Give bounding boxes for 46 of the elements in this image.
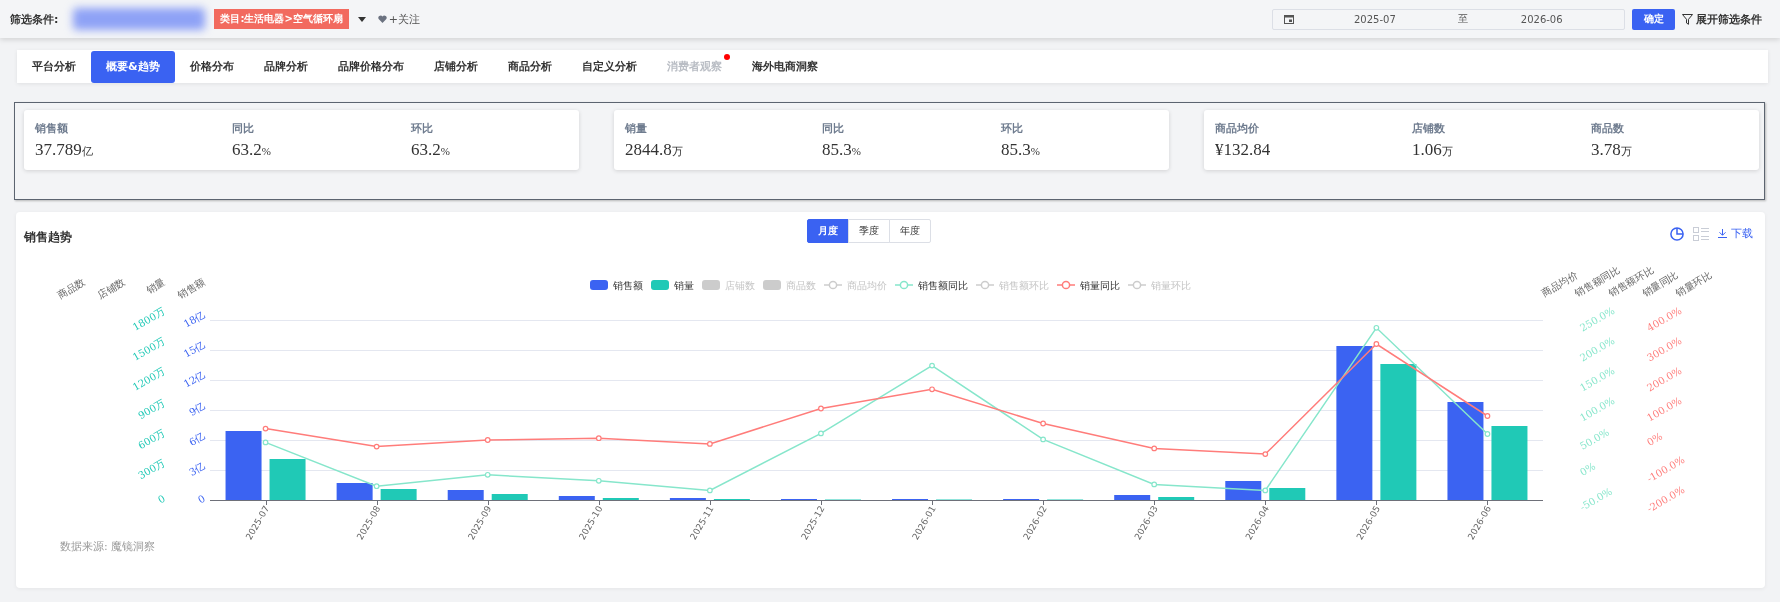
chart-title: 销售趋势 xyxy=(24,230,72,244)
axis-tick-label: 0% xyxy=(1645,430,1665,448)
metric-label: 同比 xyxy=(232,122,254,136)
axis-tick-label: 12亿 xyxy=(181,368,207,390)
axis-tick-label: 900万 xyxy=(136,397,167,422)
axis-tick-label: 15亿 xyxy=(181,338,207,360)
metric-value: 85.3% xyxy=(822,140,861,161)
axis-tick-label: 6亿 xyxy=(187,430,207,448)
range-separator: 至 xyxy=(1457,12,1468,26)
axis-tick-label: 600万 xyxy=(136,427,167,452)
metric-label: 销量 xyxy=(625,122,647,136)
axis-tick-label: 9亿 xyxy=(187,400,207,418)
axis-tick-label: 0% xyxy=(1578,460,1598,478)
axis-title: 店铺数 xyxy=(95,276,127,301)
metric-value: 37.789亿 xyxy=(35,140,93,161)
end-date-value: 2026-06 xyxy=(1520,13,1563,25)
metric-value: 63.2% xyxy=(411,140,450,161)
axis-tick-label: 300万 xyxy=(136,457,167,482)
metric-value: 1.06万 xyxy=(1412,140,1453,161)
metric-label: 店铺数 xyxy=(1412,122,1445,136)
metric-label: 环比 xyxy=(411,122,433,136)
metric-label: 商品数 xyxy=(1591,122,1624,136)
metric-label: 销售额 xyxy=(35,122,68,136)
axis-title: 销售额 xyxy=(175,276,207,301)
filter-label: 筛选条件: xyxy=(10,11,59,27)
legend-label: 销售额同比 xyxy=(917,279,968,291)
metric-value: 3.78万 xyxy=(1591,140,1632,161)
axis-title: 商品数 xyxy=(55,276,87,301)
legend-label: 销量同比 xyxy=(1079,279,1120,291)
legend-label: 销量 xyxy=(673,279,694,291)
axis-tick-label: 0 xyxy=(156,492,167,506)
legend-label: 销售额 xyxy=(612,279,643,291)
metric-value: ¥132.84 xyxy=(1215,140,1271,160)
metric-value: 2844.8万 xyxy=(625,140,683,161)
start-date-value: 2025-07 xyxy=(1354,13,1396,25)
axis-tick-label: 0 xyxy=(196,492,207,506)
metric-label: 环比 xyxy=(1001,122,1023,136)
metric-value: 63.2% xyxy=(232,140,271,161)
metric-label: 同比 xyxy=(822,122,844,136)
metric-value: 85.3% xyxy=(1001,140,1040,161)
axis-tick-label: 18亿 xyxy=(181,308,207,330)
metric-label: 商品均价 xyxy=(1215,122,1259,136)
category-tag: 类目:生活电器>空气循环扇 xyxy=(214,9,349,29)
axis-tick-label: 3亿 xyxy=(187,460,207,478)
data-source-note: 数据来源: 魔镜洞察 xyxy=(59,540,157,554)
axis-title: 销量 xyxy=(144,276,167,296)
